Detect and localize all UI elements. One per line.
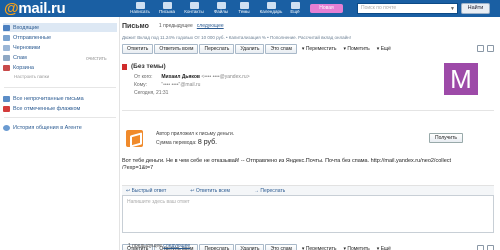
search-input[interactable]: Поиск по почте ▼ bbox=[357, 3, 458, 14]
forward-link[interactable]: → Переслать bbox=[254, 186, 285, 195]
delete-button[interactable]: Удалить bbox=[235, 244, 265, 250]
sidebar-item-unread[interactable]: Все непрочитанные письма bbox=[3, 94, 84, 103]
spam-icon bbox=[3, 54, 10, 61]
print-icon[interactable] bbox=[477, 45, 484, 52]
more-dropdown[interactable]: ▾ Ещё bbox=[377, 246, 391, 250]
sidebar-divider bbox=[4, 117, 116, 118]
nav-calendar[interactable]: Календарь bbox=[256, 0, 286, 17]
get-money-button[interactable]: Получить bbox=[429, 133, 463, 143]
forward-button[interactable]: Переслать bbox=[199, 244, 235, 250]
agent-icon bbox=[3, 124, 10, 131]
sidebar-item-sent[interactable]: Отправленные bbox=[3, 33, 51, 42]
trash-icon bbox=[3, 64, 10, 71]
settings-icon[interactable] bbox=[487, 245, 494, 250]
avatar: M bbox=[444, 63, 478, 95]
sender-name[interactable]: Михаил Дьяков bbox=[161, 74, 200, 80]
to-line: Кому: "•••• ••••"@mail.ru bbox=[134, 82, 201, 88]
sidebar-item-inbox[interactable]: Входящие bbox=[3, 23, 117, 32]
nav-files[interactable]: Файлы bbox=[210, 0, 232, 17]
envelope-icon bbox=[162, 2, 172, 9]
flag-icon bbox=[3, 105, 10, 112]
recipient-email: "•••• ••••"@mail.ru bbox=[161, 82, 201, 88]
message-view: Письмо 1 предыдущее следующее Дюжит Вкла… bbox=[122, 17, 500, 250]
footer-pager: 1 предыдущее следующее bbox=[128, 243, 191, 249]
delete-button[interactable]: Удалить bbox=[235, 44, 265, 54]
contacts-icon bbox=[189, 2, 199, 9]
reply-all-link[interactable]: ↩ Ответить всем bbox=[190, 186, 230, 195]
mark-dropdown[interactable]: ▾ Пометить bbox=[343, 46, 369, 52]
toolbar-icons bbox=[474, 45, 494, 52]
prev-link[interactable]: 1 предыдущее bbox=[159, 23, 193, 29]
calendar-icon bbox=[266, 2, 276, 9]
reply-all-button[interactable]: Ответить всем bbox=[154, 44, 199, 54]
spam-button[interactable]: Это спам bbox=[265, 244, 297, 250]
flag-icon[interactable] bbox=[122, 63, 127, 70]
files-icon bbox=[216, 2, 226, 9]
nav-letters[interactable]: Письма bbox=[156, 0, 178, 17]
move-dropdown[interactable]: ▾ Переместить bbox=[302, 46, 337, 52]
reply-button[interactable]: Ответить bbox=[122, 44, 154, 54]
quick-reply-bar: ↩ Быстрый ответ ↩ Ответить всем → Пересл… bbox=[122, 185, 494, 195]
sidebar-divider bbox=[4, 87, 116, 88]
themes-icon bbox=[239, 2, 249, 9]
more-icon bbox=[290, 2, 300, 9]
reply-textarea[interactable]: Напишите здесь ваш ответ bbox=[122, 195, 494, 233]
sidebar-item-drafts[interactable]: Черновики bbox=[3, 43, 40, 52]
money-transfer-box: Автор приложил к письму деньги. Сумма пе… bbox=[122, 126, 494, 153]
sender-email: <•••• ••••@yandex.ru> bbox=[201, 74, 250, 80]
main-nav: Написать Письма Контакты Файлы Темы Кале… bbox=[125, 0, 304, 17]
unread-icon bbox=[3, 95, 10, 102]
title-row: Письмо 1 предыдущее следующее bbox=[122, 21, 224, 31]
date-line: Сегодня, 21:31 bbox=[134, 90, 169, 96]
from-line: От кого: Михаил Дьяков <•••• ••••@yandex… bbox=[134, 74, 250, 80]
sidebar-item-spam[interactable]: Спам bbox=[3, 53, 27, 62]
chevron-down-icon[interactable]: ▼ bbox=[450, 5, 455, 14]
pencil-icon bbox=[135, 2, 145, 9]
settings-icon[interactable] bbox=[487, 45, 494, 52]
spam-button[interactable]: Это спам bbox=[265, 44, 297, 54]
divider bbox=[122, 110, 494, 111]
money-wallet-icon bbox=[126, 130, 143, 147]
toolbar-icons bbox=[474, 245, 494, 250]
inbox-icon bbox=[3, 24, 10, 31]
quick-reply-link[interactable]: ↩ Быстрый ответ bbox=[126, 186, 166, 195]
promo-banner[interactable]: Дюжит Вклад под 11.24% годовых От 10 000… bbox=[122, 33, 492, 42]
drafts-icon bbox=[3, 44, 10, 51]
nav-more[interactable]: Ещё bbox=[287, 0, 303, 17]
nav-compose[interactable]: Написать bbox=[125, 0, 155, 17]
print-icon[interactable] bbox=[477, 245, 484, 250]
message-subject: (Без темы) bbox=[122, 63, 166, 70]
nav-contacts[interactable]: Контакты bbox=[179, 0, 209, 17]
setup-folders-link[interactable]: Настроить папки bbox=[14, 74, 49, 79]
clear-spam-link[interactable]: очистить bbox=[86, 56, 107, 62]
sidebar-item-agent-history[interactable]: История общения в Агенте bbox=[3, 123, 82, 132]
message-toolbar: Ответить Ответить всем Переслать Удалить… bbox=[122, 43, 500, 55]
page-title: Письмо bbox=[122, 22, 149, 30]
sidebar-item-flagged[interactable]: Все отмеченные флажком bbox=[3, 104, 80, 113]
more-dropdown[interactable]: ▾ Ещё bbox=[377, 46, 391, 52]
mailru-logo[interactable]: @mail.ru bbox=[4, 0, 66, 17]
mark-dropdown[interactable]: ▾ Пометить bbox=[343, 246, 369, 250]
next-link[interactable]: следующее bbox=[197, 23, 224, 29]
sidebar-item-trash[interactable]: Корзина bbox=[3, 63, 34, 72]
nav-themes[interactable]: Темы bbox=[233, 0, 255, 17]
sent-icon bbox=[3, 34, 10, 41]
top-bar: @mail.ru Написать Письма Контакты Файлы … bbox=[0, 0, 500, 17]
forward-button[interactable]: Переслать bbox=[199, 44, 235, 54]
message-body: Вот тебе деньги. Не в чем себе не отказы… bbox=[122, 158, 452, 171]
move-dropdown[interactable]: ▾ Переместить bbox=[302, 246, 337, 250]
new-badge-button[interactable]: Новая bbox=[310, 4, 343, 13]
transfer-amount: 8 руб. bbox=[197, 139, 218, 146]
find-button[interactable]: Найти bbox=[461, 3, 490, 14]
sidebar: Входящие Отправленные Черновики Спам очи… bbox=[0, 17, 120, 250]
